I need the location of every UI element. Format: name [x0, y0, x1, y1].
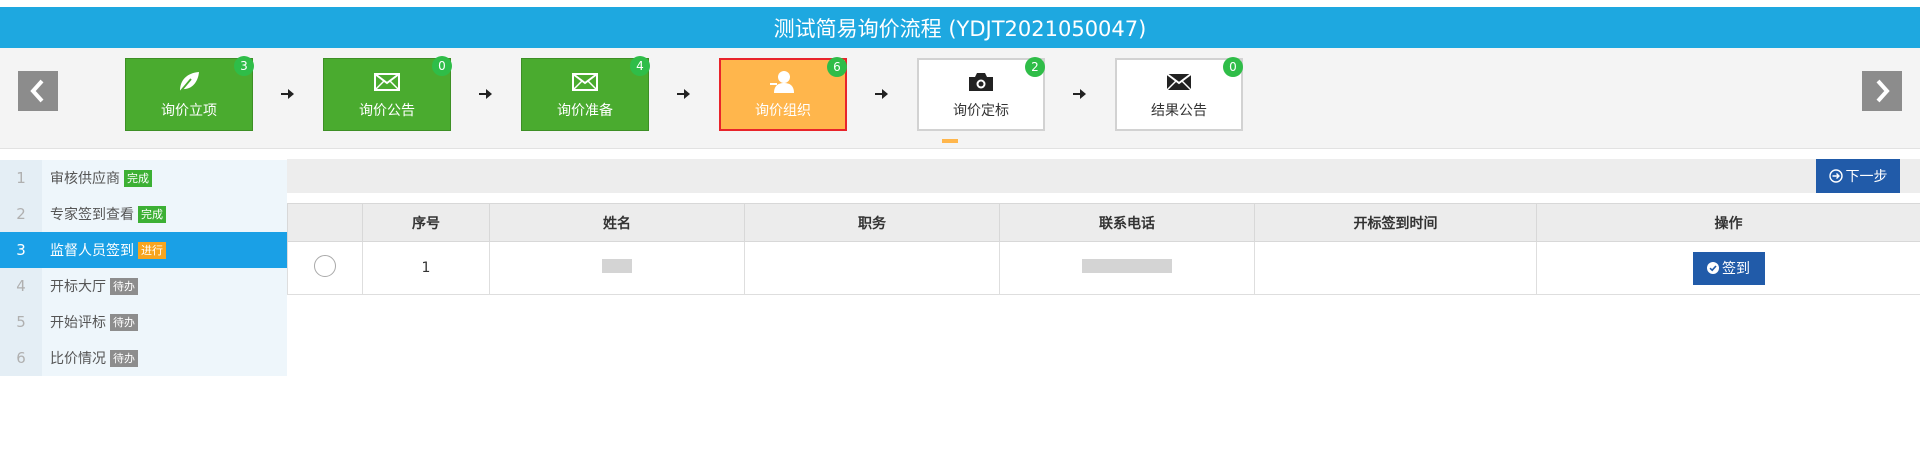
redacted-phone: [1082, 259, 1172, 273]
step-inquiry-announcement[interactable]: 询价公告 0: [323, 56, 452, 131]
status-badge: 待办: [110, 313, 138, 331]
sidebar-item-number: 5: [0, 304, 42, 340]
step-label: 询价公告: [359, 103, 415, 119]
column-header-name: 姓名: [489, 203, 745, 242]
step-arrow-icon: [875, 89, 888, 99]
column-header-signin-time: 开标签到时间: [1254, 203, 1537, 242]
row-position: [744, 241, 1000, 295]
step-label: 询价立项: [161, 103, 217, 119]
sidebar-item-number: 1: [0, 160, 42, 196]
column-header-select: [287, 203, 363, 242]
next-step-label: 下一步: [1845, 169, 1888, 185]
sidebar-item-label: 专家签到查看: [50, 207, 134, 223]
arrow-circle-right-icon: [1828, 169, 1843, 183]
sidebar-item-label: 比价情况: [50, 351, 106, 367]
sidebar-item-bid-opening-hall[interactable]: 4 开标大厅 待办: [0, 268, 287, 304]
status-badge: 待办: [110, 349, 138, 367]
envelope-icon: [572, 69, 598, 95]
sidebar-item-review-suppliers[interactable]: 1 审核供应商 完成: [0, 160, 287, 196]
chevron-left-icon: [30, 79, 44, 103]
sign-in-button[interactable]: 签到: [1692, 251, 1765, 285]
sidebar-item-label: 审核供应商: [50, 171, 120, 187]
supervisor-signin-table: 序号 姓名 职务 联系电话 开标签到时间 操作 1 签到: [287, 203, 1920, 295]
step-inquiry-initiation[interactable]: 询价立项 3: [125, 56, 254, 131]
redacted-name: [602, 259, 632, 273]
sidebar-item-label: 监督人员签到: [50, 243, 134, 259]
step-inquiry-organization[interactable]: 询价组织 6: [719, 57, 847, 131]
step-arrow-icon: [281, 89, 294, 99]
sidebar-item-supervisor-signin[interactable]: 3 监督人员签到 进行: [0, 232, 287, 268]
sign-in-label: 签到: [1722, 261, 1750, 277]
sidebar-item-expert-signin[interactable]: 2 专家签到查看 完成: [0, 196, 287, 232]
column-header-position: 职务: [744, 203, 1000, 242]
step-label: 询价定标: [953, 103, 1009, 119]
step-label: 结果公告: [1151, 103, 1207, 119]
status-badge: 完成: [124, 169, 152, 187]
user-icon: [769, 69, 797, 95]
sidebar-item-number: 3: [0, 232, 42, 268]
step-label: 询价组织: [755, 103, 811, 119]
current-step-indicator: [942, 139, 958, 143]
row-signin-time: [1254, 241, 1537, 295]
prev-arrow-button[interactable]: [18, 71, 58, 111]
page-title: 测试简易询价流程 (YDJT2021050047): [773, 16, 1147, 41]
process-steps-bar: 询价立项 3 询价公告 0 询价准备 4 询价组织 6 询价定标 2 结果公告 …: [0, 48, 1920, 149]
column-header-action: 操作: [1536, 203, 1920, 242]
step-count-badge: 0: [1223, 57, 1243, 77]
sidebar-item-number: 6: [0, 340, 42, 376]
table-row: 1 签到: [287, 241, 1920, 295]
column-header-index: 序号: [362, 203, 490, 242]
next-arrow-button[interactable]: [1862, 71, 1902, 111]
row-select-radio[interactable]: [314, 255, 336, 277]
status-badge: 完成: [138, 205, 166, 223]
step-count-badge: 0: [432, 56, 452, 76]
step-label: 询价准备: [557, 103, 613, 119]
check-circle-icon: [1707, 262, 1719, 274]
step-inquiry-preparation[interactable]: 询价准备 4: [521, 56, 650, 131]
step-arrow-icon: [677, 89, 690, 99]
sidebar-item-price-comparison[interactable]: 6 比价情况 待办: [0, 340, 287, 376]
row-index: 1: [362, 241, 490, 295]
step-arrow-icon: [1073, 89, 1086, 99]
next-step-button[interactable]: 下一步: [1816, 159, 1900, 193]
table-header-row: 序号 姓名 职务 联系电话 开标签到时间 操作: [287, 203, 1920, 242]
step-arrow-icon: [479, 89, 492, 99]
envelope-icon: [374, 69, 400, 95]
sidebar-item-number: 2: [0, 196, 42, 232]
step-result-announcement[interactable]: 结果公告 0: [1115, 57, 1243, 131]
step-inquiry-award[interactable]: 询价定标 2: [917, 57, 1045, 131]
step-count-badge: 6: [827, 57, 847, 77]
camera-icon: [967, 69, 995, 95]
title-bar: 测试简易询价流程 (YDJT2021050047): [0, 7, 1920, 48]
toolbar: [287, 159, 1920, 193]
column-header-phone: 联系电话: [999, 203, 1255, 242]
status-badge: 待办: [110, 277, 138, 295]
sidebar-item-label: 开始评标: [50, 315, 106, 331]
step-count-badge: 3: [234, 56, 254, 76]
step-count-badge: 2: [1025, 57, 1045, 77]
sidebar-item-start-evaluation[interactable]: 5 开始评标 待办: [0, 304, 287, 340]
leaf-icon: [176, 69, 202, 95]
sidebar-item-number: 4: [0, 268, 42, 304]
step-count-badge: 4: [630, 56, 650, 76]
chevron-right-icon: [1876, 79, 1890, 103]
envelope-icon: [1166, 69, 1192, 95]
status-badge: 进行: [138, 241, 166, 259]
sidebar-item-label: 开标大厅: [50, 279, 106, 295]
sidebar: 1 审核供应商 完成 2 专家签到查看 完成 3 监督人员签到 进行 4 开标大厅 待办…: [0, 160, 287, 376]
